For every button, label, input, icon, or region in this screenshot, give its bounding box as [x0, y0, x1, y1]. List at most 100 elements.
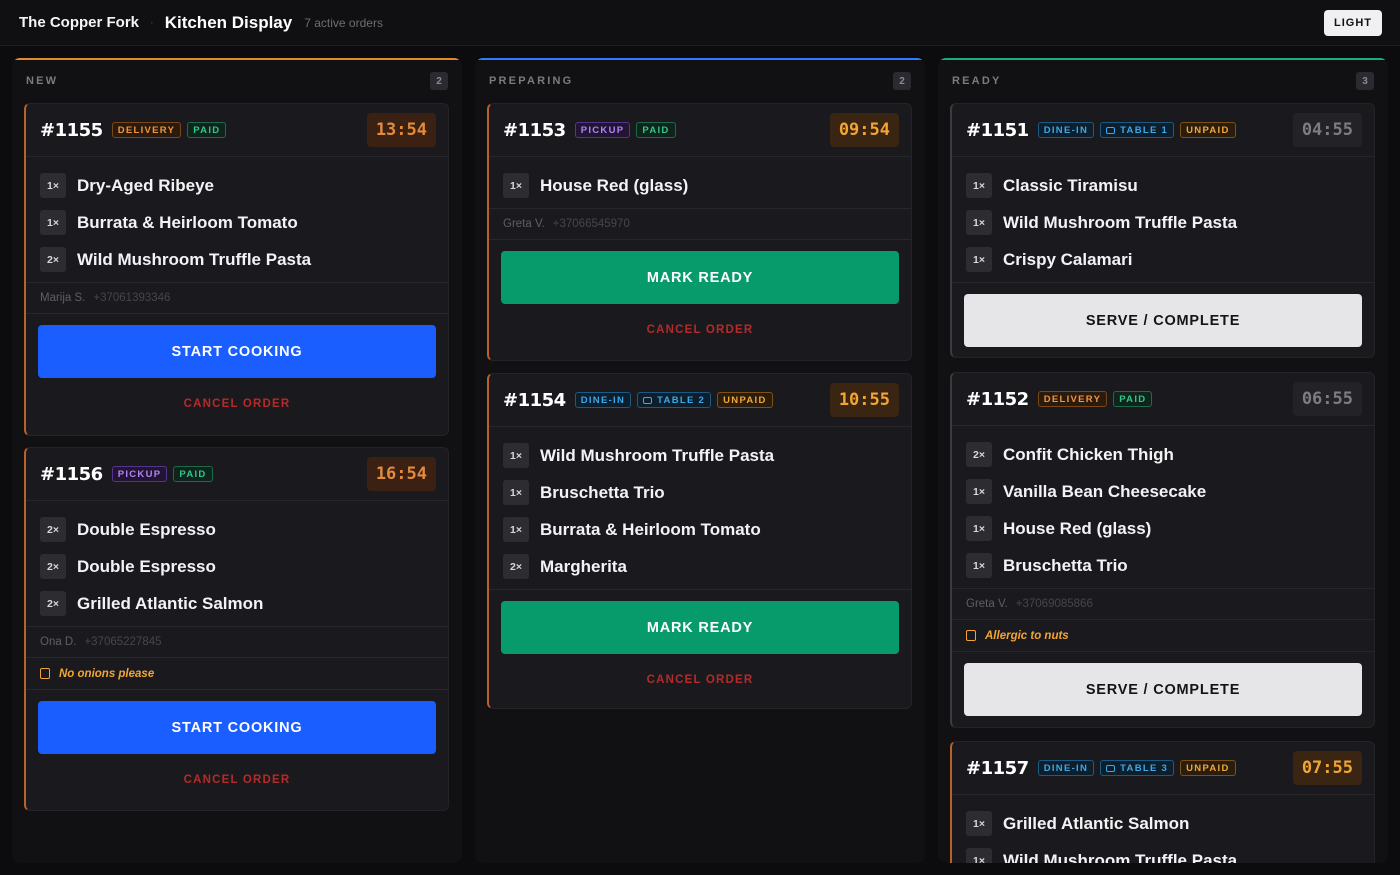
item-name: Double Espresso — [77, 556, 216, 576]
order-actions: START COOKING CANCEL ORDER — [26, 689, 448, 805]
table-icon — [643, 396, 653, 404]
order-timer: 09:54 — [829, 113, 899, 147]
table-badge: TABLE 3 — [1100, 760, 1175, 776]
order-header: #1153 PICKUP PAID 09:54 — [489, 104, 911, 157]
item-qty: 1× — [966, 516, 992, 541]
item-qty: 1× — [966, 479, 992, 504]
order-actions: SERVE / COMPLETE — [952, 651, 1374, 716]
column-header: PREPARING 2 — [475, 60, 925, 102]
order-number: #1151 — [966, 119, 1029, 141]
order-number: #1153 — [503, 119, 566, 141]
order-item: 2× Confit Chicken Thigh — [966, 436, 1360, 473]
table-label: TABLE 2 — [657, 394, 706, 406]
order-card-1154[interactable]: #1154 DINE-IN TABLE 2 UNPAID 10:55 1× Wil… — [487, 373, 912, 709]
mark-ready-button[interactable]: MARK READY — [501, 601, 899, 654]
item-qty: 1× — [966, 848, 992, 863]
item-qty: 2× — [40, 247, 66, 272]
cancel-order-button[interactable]: CANCEL ORDER — [38, 754, 436, 805]
start-cooking-button[interactable]: START COOKING — [38, 325, 436, 378]
item-name: Vanilla Bean Cheesecake — [1003, 481, 1207, 501]
order-card-1151[interactable]: #1151 DINE-IN TABLE 1 UNPAID 04:55 1× Cla… — [950, 103, 1375, 358]
item-name: Burrata & Heirloom Tomato — [540, 519, 761, 539]
table-badge: TABLE 2 — [637, 392, 712, 408]
order-item: 1× House Red (glass) — [503, 167, 897, 204]
order-note: Allergic to nuts — [952, 619, 1374, 651]
item-qty: 1× — [503, 173, 529, 198]
serve-complete-button[interactable]: SERVE / COMPLETE — [964, 294, 1362, 347]
order-header: #1157 DINE-IN TABLE 3 UNPAID 07:55 — [952, 742, 1374, 795]
mark-ready-button[interactable]: MARK READY — [501, 251, 899, 304]
column-header: READY 3 — [938, 60, 1388, 102]
order-timer: 06:55 — [1292, 382, 1362, 416]
order-number: #1157 — [966, 757, 1029, 779]
table-icon — [1106, 764, 1116, 772]
column-title: PREPARING — [489, 75, 574, 87]
order-item: 1× Wild Mushroom Truffle Pasta — [966, 204, 1360, 241]
item-name: Confit Chicken Thigh — [1003, 444, 1174, 464]
customer-name: Ona D. — [40, 636, 77, 648]
order-card-1155[interactable]: #1155 DELIVERY PAID 13:54 1× Dry-Aged Rib… — [24, 103, 449, 436]
cancel-order-button[interactable]: CANCEL ORDER — [501, 304, 899, 355]
item-name: House Red (glass) — [1003, 518, 1152, 538]
cancel-order-button[interactable]: CANCEL ORDER — [501, 654, 899, 705]
note-text: Allergic to nuts — [985, 629, 1069, 642]
column-ready: READY 3 #1151 DINE-IN TABLE 1 UNPAID 04:… — [938, 58, 1388, 863]
item-qty: 1× — [40, 210, 66, 235]
theme-toggle-button[interactable]: LIGHT — [1324, 10, 1382, 36]
order-card-1157[interactable]: #1157 DINE-IN TABLE 3 UNPAID 07:55 1× Gri… — [950, 741, 1375, 863]
column-title: NEW — [26, 75, 59, 87]
order-type-badge: DELIVERY — [111, 122, 182, 138]
payment-badge: PAID — [173, 466, 213, 482]
order-actions: START COOKING CANCEL ORDER — [26, 313, 448, 429]
order-actions: MARK READY CANCEL ORDER — [489, 239, 911, 355]
order-timer: 04:55 — [1292, 113, 1362, 147]
item-name: Dry-Aged Ribeye — [77, 175, 214, 195]
start-cooking-button[interactable]: START COOKING — [38, 701, 436, 754]
order-item: 2× Double Espresso — [40, 548, 434, 585]
item-name: Classic Tiramisu — [1003, 175, 1138, 195]
customer-name: Greta V. — [966, 598, 1008, 610]
item-qty: 1× — [503, 443, 529, 468]
order-header: #1152 DELIVERY PAID 06:55 — [952, 373, 1374, 426]
item-qty: 2× — [40, 591, 66, 616]
payment-badge: PAID — [636, 122, 676, 138]
table-label: TABLE 1 — [1120, 124, 1169, 136]
item-name: Wild Mushroom Truffle Pasta — [540, 445, 775, 465]
order-header: #1154 DINE-IN TABLE 2 UNPAID 10:55 — [489, 374, 911, 427]
order-card-1152[interactable]: #1152 DELIVERY PAID 06:55 2× Confit Chick… — [950, 372, 1375, 728]
table-icon — [1106, 126, 1116, 134]
customer-info: Greta V. +37069085866 — [952, 588, 1374, 619]
customer-name: Greta V. — [503, 218, 545, 230]
order-item: 2× Double Espresso — [40, 511, 434, 548]
item-qty: 1× — [966, 247, 992, 272]
item-qty: 2× — [40, 554, 66, 579]
payment-badge: PAID — [1113, 391, 1153, 407]
order-items: 1× Classic Tiramisu 1× Wild Mushroom Truff… — [952, 157, 1374, 282]
item-name: Margherita — [540, 556, 627, 576]
item-name: Grilled Atlantic Salmon — [77, 593, 264, 613]
order-number: #1156 — [40, 463, 103, 485]
item-qty: 1× — [966, 210, 992, 235]
item-name: Burrata & Heirloom Tomato — [77, 212, 298, 232]
item-name: Crispy Calamari — [1003, 249, 1133, 269]
order-item: 2× Grilled Atlantic Salmon — [40, 585, 434, 622]
order-note: No onions please — [26, 657, 448, 689]
order-type-badge: DINE-IN — [1037, 760, 1095, 776]
serve-complete-button[interactable]: SERVE / COMPLETE — [964, 663, 1362, 716]
column-count-badge: 2 — [893, 72, 911, 90]
item-qty: 1× — [966, 553, 992, 578]
order-item: 1× Wild Mushroom Truffle Pasta — [503, 437, 897, 474]
customer-info: Ona D. +37065227845 — [26, 626, 448, 657]
order-items: 1× Grilled Atlantic Salmon 1× Wild Mushroo… — [952, 795, 1374, 863]
item-name: Grilled Atlantic Salmon — [1003, 813, 1190, 833]
cancel-order-button[interactable]: CANCEL ORDER — [38, 378, 436, 429]
item-qty: 1× — [966, 811, 992, 836]
order-card-1153[interactable]: #1153 PICKUP PAID 09:54 1× House Red (gla… — [487, 103, 912, 361]
order-card-1156[interactable]: #1156 PICKUP PAID 16:54 2× Double Espress… — [24, 447, 449, 811]
item-name: Double Espresso — [77, 519, 216, 539]
table-label: TABLE 3 — [1120, 762, 1169, 774]
top-bar: The Copper Fork · Kitchen Display 7 acti… — [0, 0, 1400, 46]
customer-info: Marija S. +37061393346 — [26, 282, 448, 313]
customer-phone: +37069085866 — [1015, 598, 1093, 610]
order-number: #1155 — [40, 119, 103, 141]
